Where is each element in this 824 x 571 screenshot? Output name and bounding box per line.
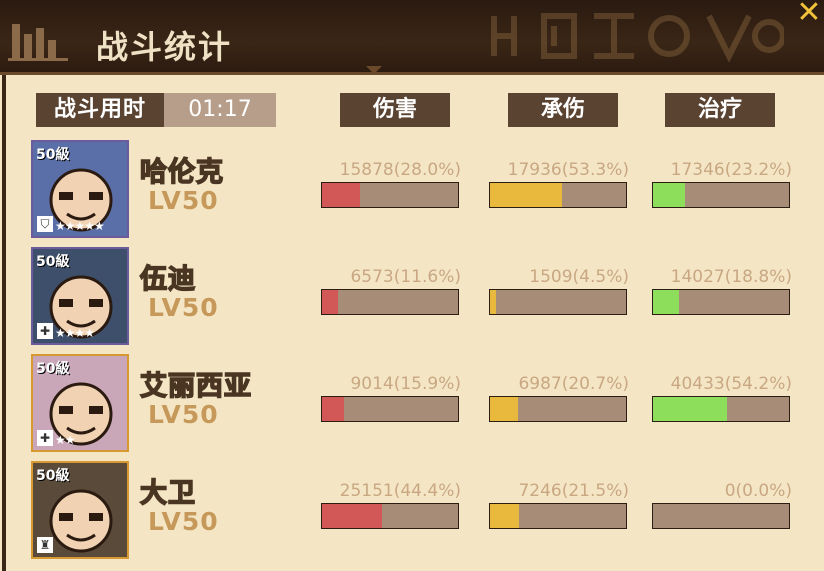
healing-stat: 40433(54.2%): [652, 374, 792, 422]
column-header-healing: 治疗: [665, 93, 775, 127]
shield-icon: ⛉: [37, 216, 53, 232]
title-bar: 战斗统计 ✕: [0, 0, 824, 75]
healing-bar-fill: [653, 290, 679, 314]
damage-bar: [321, 182, 459, 208]
healing-value: 14027(18.8%): [670, 267, 792, 287]
healing-value: 0(0.0%): [724, 481, 792, 501]
damage-taken-bar-fill: [490, 183, 563, 207]
healing-bar: [652, 182, 790, 208]
hero-row: 50級 ♜ 大卫 LV50 25151(44.4%) 7246(21.5%) 0(…: [0, 461, 824, 567]
damage-bar-fill: [322, 397, 344, 421]
damage-bar: [321, 396, 459, 422]
cross-icon: ✚: [37, 430, 53, 446]
hero-avatar-icon: [49, 382, 113, 446]
damage-stat: 9014(15.9%): [321, 374, 461, 422]
hero-row: 50級 ⛉ ★★★★★ 哈伦克 LV50 15878(28.0%) 17936(5…: [0, 140, 824, 246]
damage-bar: [321, 503, 459, 529]
healing-bar: [652, 289, 790, 315]
hero-level: LV50: [148, 400, 219, 429]
damage-taken-value: 1509(4.5%): [529, 267, 629, 287]
hero-row: 50級 ✚ ★★★★ 伍迪 LV50 6573(11.6%) 1509(4.5%)…: [0, 247, 824, 353]
battle-time-value: 01:17: [164, 93, 276, 127]
damage-taken-stat: 6987(20.7%): [489, 374, 629, 422]
healing-bar-fill: [653, 397, 727, 421]
hero-name: 艾丽西亚: [139, 370, 252, 403]
healing-stat: 14027(18.8%): [652, 267, 792, 315]
cross-icon: ✚: [37, 323, 53, 339]
damage-stat: 15878(28.0%): [321, 160, 461, 208]
damage-stat: 25151(44.4%): [321, 481, 461, 529]
healing-stat: 0(0.0%): [652, 481, 792, 529]
damage-taken-bar-fill: [490, 504, 520, 528]
hero-stars: ★★★★★: [55, 219, 105, 233]
healing-bar-fill: [653, 183, 685, 207]
hero-portrait[interactable]: 50級 ✚ ★★★★: [31, 247, 129, 345]
close-button[interactable]: ✕: [794, 0, 824, 30]
hero-level-badge: 50級: [36, 361, 70, 377]
page-title: 战斗统计: [96, 28, 233, 66]
hero-row: 50級 ✚ ★★ 艾丽西亚 LV50 9014(15.9%) 6987(20.7%…: [0, 354, 824, 460]
damage-value: 25151(44.4%): [339, 481, 461, 501]
battle-time-label: 战斗用时: [53, 97, 146, 122]
damage-value: 15878(28.0%): [339, 160, 461, 180]
damage-taken-bar: [489, 182, 627, 208]
damage-bar-fill: [322, 504, 383, 528]
stats-icon: [8, 24, 68, 61]
damage-taken-bar-fill: [490, 290, 497, 314]
decorative-pattern-icon: [491, 13, 784, 63]
hero-name: 哈伦克: [139, 156, 224, 189]
damage-taken-stat: 7246(21.5%): [489, 481, 629, 529]
damage-taken-bar: [489, 289, 627, 315]
healing-value: 40433(54.2%): [670, 374, 792, 394]
healing-value: 17346(23.2%): [670, 160, 792, 180]
hero-level: LV50: [148, 293, 219, 322]
column-header-damage: 伤害: [340, 93, 450, 127]
hero-name: 大卫: [139, 477, 196, 510]
healing-stat: 17346(23.2%): [652, 160, 792, 208]
title-notch: [366, 66, 382, 74]
healing-bar: [652, 503, 790, 529]
damage-taken-stat: 1509(4.5%): [489, 267, 629, 315]
hero-level-badge: 50級: [36, 468, 70, 484]
hero-avatar-icon: [49, 489, 113, 553]
damage-value: 9014(15.9%): [350, 374, 461, 394]
hero-portrait[interactable]: 50級 ⛉ ★★★★★: [31, 140, 129, 238]
hero-portrait[interactable]: 50級 ♜: [31, 461, 129, 559]
hero-level: LV50: [148, 186, 219, 215]
hero-stars: ★★★★: [55, 326, 95, 340]
damage-stat: 6573(11.6%): [321, 267, 461, 315]
hero-stars: ★★: [55, 433, 75, 447]
damage-taken-value: 6987(20.7%): [518, 374, 629, 394]
hero-name: 伍迪: [139, 263, 196, 296]
battle-time-box: 战斗用时 01:17: [36, 93, 276, 127]
damage-bar: [321, 289, 459, 315]
column-header-damage-taken: 承伤: [508, 93, 618, 127]
damage-taken-value: 7246(21.5%): [518, 481, 629, 501]
healing-bar: [652, 396, 790, 422]
hero-portrait[interactable]: 50級 ✚ ★★: [31, 354, 129, 452]
hero-level: LV50: [148, 507, 219, 536]
damage-bar-fill: [322, 290, 338, 314]
damage-taken-bar-fill: [490, 397, 519, 421]
damage-value: 6573(11.6%): [350, 267, 461, 287]
damage-taken-bar: [489, 503, 627, 529]
damage-taken-stat: 17936(53.3%): [489, 160, 629, 208]
damage-taken-bar: [489, 396, 627, 422]
sword-icon: ♜: [37, 537, 53, 553]
hero-level-badge: 50級: [36, 254, 70, 270]
damage-bar-fill: [322, 183, 361, 207]
hero-level-badge: 50級: [36, 147, 70, 163]
damage-taken-value: 17936(53.3%): [507, 160, 629, 180]
